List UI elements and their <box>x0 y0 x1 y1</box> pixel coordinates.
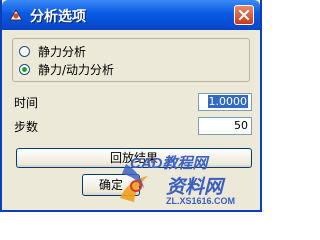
window-title: 分析选项 <box>30 9 86 25</box>
close-icon <box>238 9 250 21</box>
watermark-site-top: CAD教程网 <box>130 155 208 172</box>
radio-button-selected[interactable] <box>19 63 30 75</box>
steps-input[interactable]: 50 <box>198 117 252 135</box>
radio-label: 静力分析 <box>38 44 87 59</box>
analysis-options-dialog: 分析选项 静力分析 静力/动力分析 时间 1.0000 步数 50 回放结果 确… <box>0 0 262 212</box>
watermark-url: ZL.XS1616.COM <box>166 196 236 206</box>
close-button[interactable] <box>234 5 254 25</box>
analysis-app-icon <box>9 9 23 21</box>
analysis-type-group: 静力分析 静力/动力分析 <box>12 38 250 82</box>
radio-button[interactable] <box>19 45 30 57</box>
steps-label: 步数 <box>14 120 39 134</box>
title-bar[interactable]: 分析选项 <box>2 0 260 30</box>
watermark: CAD教程网 资料网 ZL.XS1616.COM <box>114 154 264 210</box>
watermark-brand: 资料网 <box>166 177 224 198</box>
time-label: 时间 <box>14 96 39 110</box>
radio-static-analysis[interactable]: 静力分析 <box>19 42 86 60</box>
time-value: 1.0000 <box>207 95 248 108</box>
time-input[interactable]: 1.0000 <box>198 93 252 111</box>
steps-value: 50 <box>234 119 248 132</box>
radio-static-dynamic-analysis[interactable]: 静力/动力分析 <box>19 60 114 78</box>
radio-label: 静力/动力分析 <box>38 62 115 77</box>
